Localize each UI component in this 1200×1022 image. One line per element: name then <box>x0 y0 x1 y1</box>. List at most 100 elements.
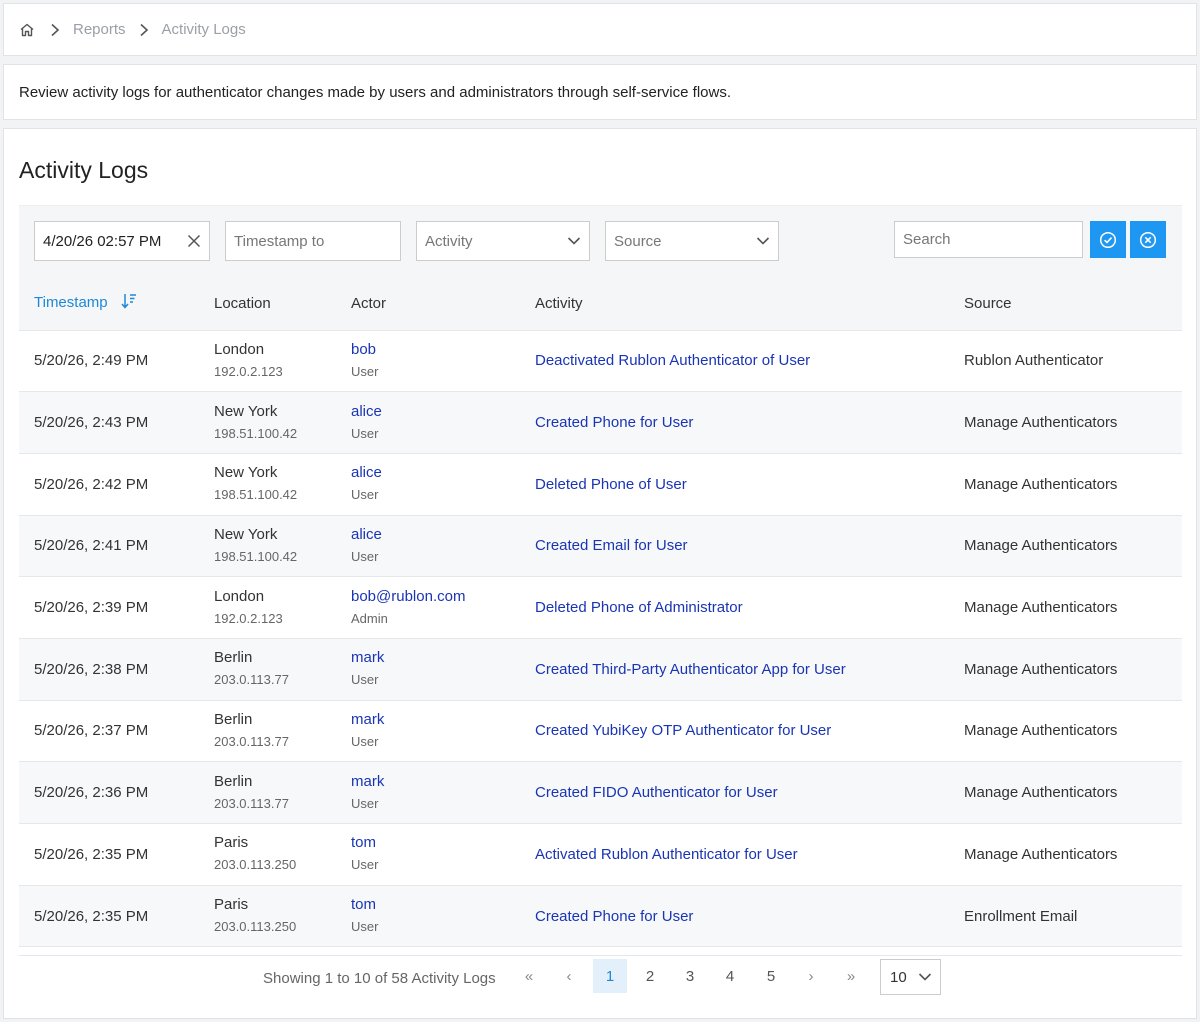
pagination: Showing 1 to 10 of 58 Activity Logs « ‹ … <box>19 955 1182 999</box>
activity-link[interactable]: Created FIDO Authenticator for User <box>535 784 778 801</box>
location-city: Berlin <box>214 772 253 790</box>
filter-toolbar: 4/20/26 02:57 PM Timestamp to Activity S… <box>19 205 1182 277</box>
apply-filters-button[interactable] <box>1090 221 1126 258</box>
actor-link[interactable]: bob <box>351 340 520 360</box>
column-header-location: Location <box>199 277 336 331</box>
actor-role: User <box>351 733 379 749</box>
cell-source: Manage Authenticators <box>949 576 1182 639</box>
chevron-right-icon <box>49 23 63 37</box>
cell-activity: Created YubiKey OTP Authenticator for Us… <box>520 700 949 763</box>
actor-role: User <box>351 487 379 503</box>
page-button-2[interactable]: 2 <box>633 959 667 993</box>
activity-logs-card: Activity Logs 4/20/26 02:57 PM Timestamp… <box>3 128 1197 1019</box>
cell-source: Manage Authenticators <box>949 515 1182 578</box>
last-page-button[interactable]: » <box>834 959 868 993</box>
page-button-1[interactable]: 1 <box>593 959 627 993</box>
actor-link[interactable]: alice <box>351 402 520 422</box>
cell-activity: Deleted Phone of Administrator <box>520 576 949 639</box>
location-ip: 203.0.113.250 <box>214 919 297 935</box>
breadcrumb-card: Reports Activity Logs <box>3 3 1197 56</box>
actor-link[interactable]: alice <box>351 463 520 483</box>
previous-page-button[interactable]: ‹ <box>552 959 586 993</box>
actor-link[interactable]: bob@rublon.com <box>351 587 520 607</box>
actor-role: User <box>351 672 379 688</box>
actor-link[interactable]: tom <box>351 833 520 853</box>
timestamp-to-input[interactable]: Timestamp to <box>225 221 401 261</box>
cell-timestamp: 5/20/26, 2:43 PM <box>19 391 199 454</box>
timestamp-from-input[interactable]: 4/20/26 02:57 PM <box>34 221 210 261</box>
actor-role: User <box>351 919 379 935</box>
activity-link[interactable]: Created Email for User <box>535 537 688 554</box>
table-row: 5/20/26, 2:35 PM Paris 203.0.113.250 tom U… <box>19 885 1182 948</box>
source-select-placeholder: Source <box>614 232 662 250</box>
activity-link[interactable]: Created YubiKey OTP Authenticator for Us… <box>535 722 831 739</box>
cell-activity: Created Third-Party Authenticator App fo… <box>520 638 949 701</box>
activity-link[interactable]: Deactivated Rublon Authenticator of User <box>535 352 810 369</box>
table-row: 5/20/26, 2:35 PM Paris 203.0.113.250 tom U… <box>19 823 1182 886</box>
cell-activity: Created Phone for User <box>520 391 949 454</box>
reset-filters-button[interactable] <box>1130 221 1166 258</box>
page-button-5[interactable]: 5 <box>754 959 788 993</box>
activity-link[interactable]: Deleted Phone of Administrator <box>535 599 743 616</box>
breadcrumb: Reports Activity Logs <box>4 4 1196 55</box>
location-ip: 203.0.113.250 <box>214 857 297 873</box>
page-size-value: 10 <box>890 968 907 986</box>
activity-link[interactable]: Created Phone for User <box>535 414 693 431</box>
sort-descending-icon <box>120 292 138 314</box>
chevron-down-icon <box>918 960 932 994</box>
timestamp-to-placeholder: Timestamp to <box>234 232 325 250</box>
activity-link[interactable]: Deleted Phone of User <box>535 476 687 493</box>
cell-source: Rublon Authenticator <box>949 330 1182 393</box>
cell-actor: mark User <box>336 700 520 763</box>
next-page-button[interactable]: › <box>794 959 828 993</box>
cell-timestamp: 5/20/26, 2:35 PM <box>19 885 199 948</box>
activity-link[interactable]: Created Phone for User <box>535 908 693 925</box>
actor-role: User <box>351 857 379 873</box>
activity-select-placeholder: Activity <box>425 232 473 250</box>
cell-location: New York 198.51.100.42 <box>199 515 336 578</box>
search-input[interactable]: Search <box>894 221 1083 258</box>
cell-activity: Created FIDO Authenticator for User <box>520 761 949 824</box>
actor-link[interactable]: alice <box>351 525 520 545</box>
home-icon[interactable] <box>19 21 37 39</box>
timestamp-from-value: 4/20/26 02:57 PM <box>43 232 162 250</box>
table-row: 5/20/26, 2:49 PM London 192.0.2.123 bob Us… <box>19 330 1182 393</box>
cell-activity: Deleted Phone of User <box>520 453 949 516</box>
cell-actor: tom User <box>336 823 520 886</box>
cell-source: Manage Authenticators <box>949 823 1182 886</box>
actor-link[interactable]: mark <box>351 772 520 792</box>
cell-actor: mark User <box>336 761 520 824</box>
location-city: New York <box>214 525 278 543</box>
column-header-timestamp[interactable]: Timestamp <box>19 277 199 331</box>
location-ip: 198.51.100.42 <box>214 487 298 503</box>
location-ip: 198.51.100.42 <box>214 548 298 564</box>
page-size-select[interactable]: 10 <box>880 959 941 995</box>
table-row: 5/20/26, 2:36 PM Berlin 203.0.113.77 mark… <box>19 761 1182 824</box>
table-row: 5/20/26, 2:37 PM Berlin 203.0.113.77 mark… <box>19 700 1182 763</box>
actor-link[interactable]: mark <box>351 648 520 668</box>
location-ip: 198.51.100.42 <box>214 425 298 441</box>
activity-link[interactable]: Activated Rublon Authenticator for User <box>535 846 798 863</box>
location-ip: 203.0.113.77 <box>214 733 289 749</box>
page-button-4[interactable]: 4 <box>713 959 747 993</box>
cell-activity: Created Phone for User <box>520 885 949 948</box>
page-title: Activity Logs <box>19 157 149 183</box>
table-row: 5/20/26, 2:38 PM Berlin 203.0.113.77 mark… <box>19 638 1182 701</box>
breadcrumb-item-reports[interactable]: Reports <box>73 21 126 38</box>
cell-source: Enrollment Email <box>949 885 1182 948</box>
source-select[interactable]: Source <box>605 221 779 261</box>
actor-link[interactable]: tom <box>351 895 520 915</box>
actor-role: User <box>351 363 379 379</box>
first-page-button[interactable]: « <box>512 959 546 993</box>
activity-select[interactable]: Activity <box>416 221 590 261</box>
cell-source: Manage Authenticators <box>949 638 1182 701</box>
actor-role: User <box>351 425 379 441</box>
activity-link[interactable]: Created Third-Party Authenticator App fo… <box>535 661 846 678</box>
page-button-3[interactable]: 3 <box>673 959 707 993</box>
cell-source: Manage Authenticators <box>949 700 1182 763</box>
close-icon[interactable] <box>187 222 201 260</box>
column-header-actor: Actor <box>336 277 520 331</box>
actor-link[interactable]: mark <box>351 710 520 730</box>
column-header-activity: Activity <box>520 277 949 331</box>
cell-activity: Deactivated Rublon Authenticator of User <box>520 330 949 393</box>
